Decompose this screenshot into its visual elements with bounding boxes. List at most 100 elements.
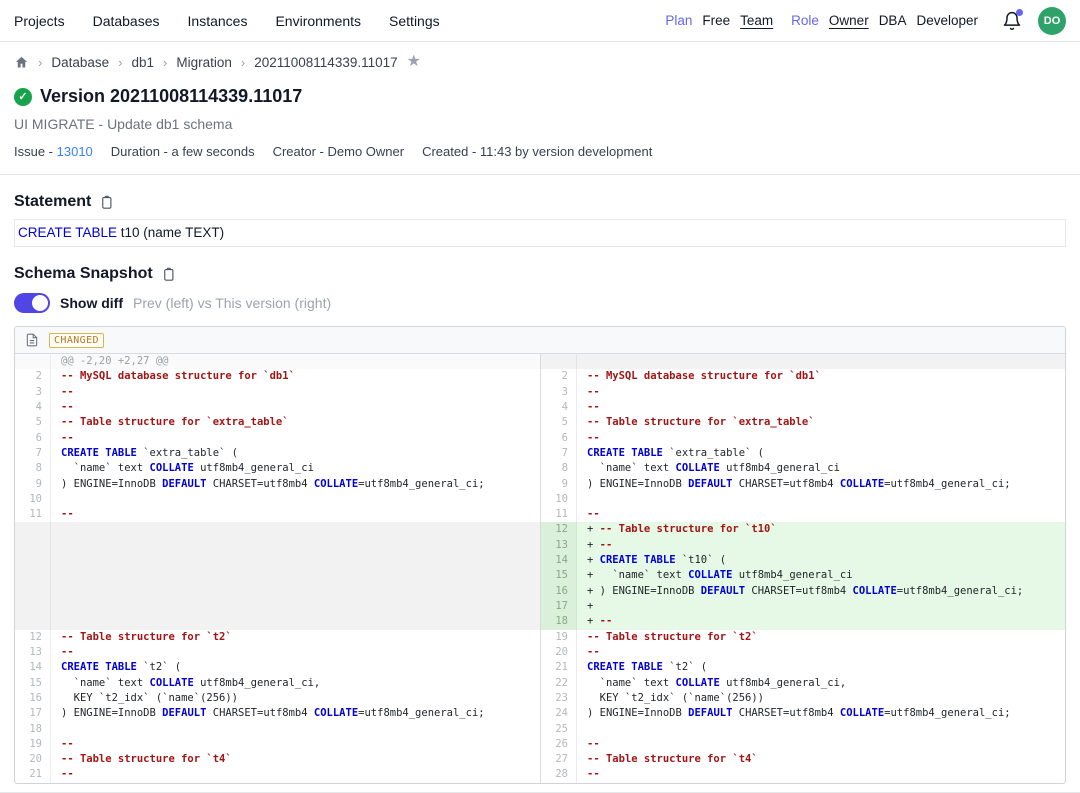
role-options: Owner DBA Developer [829,13,978,28]
show-diff-toggle[interactable] [14,293,50,313]
diff-line-number: 20 [541,645,577,660]
diff-line-code: -- Table structure for `extra_table` [577,415,1065,430]
diff-line-code: + [577,599,1065,614]
diff-line-number: 27 [541,752,577,767]
diff-line-code [51,584,540,599]
diff-line-code: -- MySQL database structure for `db1` [51,369,540,384]
code-token: utf8mb4_general_ci [720,462,840,474]
copy-snapshot-icon[interactable] [161,267,176,282]
avatar[interactable]: DO [1038,7,1066,35]
diff-row [541,354,1065,369]
role-option-owner[interactable]: Owner [829,13,869,28]
code-token: + [587,554,600,566]
diff-row: 10 [541,492,1065,507]
sql-segment: CREATE TABLE [18,225,117,240]
created-meta: Created - 11:43 by version development [422,144,652,159]
diff-row: 11-- [541,507,1065,522]
diff-row: 25 [541,722,1065,737]
code-token: =utf8mb4_general_ci; [358,478,484,490]
diff-line-code: KEY `t2_idx` (`name`(256)) [51,691,540,706]
diff-row: 8 `name` text COLLATE utf8mb4_general_ci [541,461,1065,476]
breadcrumb-item-1[interactable]: Database [51,55,109,70]
diff-row: 9) ENGINE=InnoDB DEFAULT CHARSET=utf8mb4… [541,477,1065,492]
code-token: ) ENGINE=InnoDB [61,707,162,719]
nav-item-projects[interactable]: Projects [14,13,65,29]
diff-row: 19-- Table structure for `t2` [541,630,1065,645]
code-token: -- [587,768,600,780]
diff-line-code [51,568,540,583]
diff-row: @@ -2,20 +2,27 @@ [15,354,540,369]
diff-line-number: 28 [541,767,577,782]
code-token: `extra_table` ( [137,447,238,459]
diff-row: 20-- Table structure for `t4` [15,752,540,767]
code-token: CREATE TABLE [587,661,663,673]
diff-row: 16 KEY `t2_idx` (`name`(256)) [15,691,540,706]
home-icon[interactable] [14,55,29,70]
diff-line-code: ) ENGINE=InnoDB DEFAULT CHARSET=utf8mb4 … [577,477,1065,492]
nav-item-databases[interactable]: Databases [93,13,160,29]
toggle-knob [32,295,48,311]
diff-row: 7CREATE TABLE `extra_table` ( [541,446,1065,461]
nav-item-environments[interactable]: Environments [275,13,361,29]
diff-line-code: -- [577,737,1065,752]
issue-label: Issue - [14,144,53,159]
code-token: -- [61,738,74,750]
diff-line-number [15,614,51,629]
code-token: DEFAULT [162,478,206,490]
code-token: =utf8mb4_general_ci; [358,707,484,719]
diff-line-number: 3 [541,385,577,400]
diff-line-code: -- [51,767,540,782]
diff-line-number: 19 [15,737,51,752]
copy-statement-icon[interactable] [99,195,114,210]
favorite-star-icon[interactable]: ★ [407,54,421,70]
diff-row: 2-- MySQL database structure for `db1` [15,369,540,384]
issue-link[interactable]: 13010 [57,144,93,159]
code-token: -- [587,386,600,398]
diff-row: 24) ENGINE=InnoDB DEFAULT CHARSET=utf8mb… [541,706,1065,721]
code-token: -- Table structure for `t4` [587,753,758,765]
diff-line-number: 12 [15,630,51,645]
diff-line-number [15,553,51,568]
snapshot-heading: Schema Snapshot [14,265,153,283]
diff-row [15,522,540,537]
diff-toggle-row: Show diff Prev (left) vs This version (r… [0,283,1080,313]
diff-row [15,568,540,583]
diff-line-number: 21 [541,660,577,675]
diff-pane-current: 2-- MySQL database structure for `db1`3-… [540,354,1065,783]
role-option-developer[interactable]: Developer [916,13,978,28]
diff-line-code [51,538,540,553]
nav-item-instances[interactable]: Instances [188,13,248,29]
breadcrumb-item-3[interactable]: Migration [176,55,232,70]
code-token: CHARSET=utf8mb4 [206,478,313,490]
diff-line-code: -- Table structure for `t2` [577,630,1065,645]
diff-row: 15 `name` text COLLATE utf8mb4_general_c… [15,676,540,691]
diff-line-code: -- Table structure for `extra_table` [51,415,540,430]
top-navbar: Projects Databases Instances Environments Se… [0,0,1080,42]
diff-line-code [51,522,540,537]
notification-bell-icon[interactable] [1002,11,1022,31]
diff-line-code: -- [51,507,540,522]
plan-option-team[interactable]: Team [740,13,773,28]
code-token: `t10` ( [676,554,727,566]
diff-line-number: 17 [541,599,577,614]
code-token: KEY `t2_idx` (`name`(256)) [587,692,764,704]
diff-line-code: -- [577,507,1065,522]
code-token: COLLATE [688,569,732,581]
diff-line-code [51,599,540,614]
diff-line-code: KEY `t2_idx` (`name`(256)) [577,691,1065,706]
role-option-dba[interactable]: DBA [879,13,907,28]
diff-row: 12-- Table structure for `t2` [15,630,540,645]
plan-option-free[interactable]: Free [702,13,730,28]
breadcrumb-item-4[interactable]: 20211008114339.11017 [254,55,397,70]
diff-row: 23 KEY `t2_idx` (`name`(256)) [541,691,1065,706]
code-token: + [587,523,600,535]
diff-line-number: 11 [15,507,51,522]
diff-line-number: 5 [15,415,51,430]
code-token: + [587,615,600,627]
breadcrumb-item-2[interactable]: db1 [131,55,154,70]
diff-row [15,614,540,629]
code-token: COLLATE [840,478,884,490]
diff-line-code: -- [577,767,1065,782]
diff-line-number: 10 [15,492,51,507]
nav-item-settings[interactable]: Settings [389,13,440,29]
